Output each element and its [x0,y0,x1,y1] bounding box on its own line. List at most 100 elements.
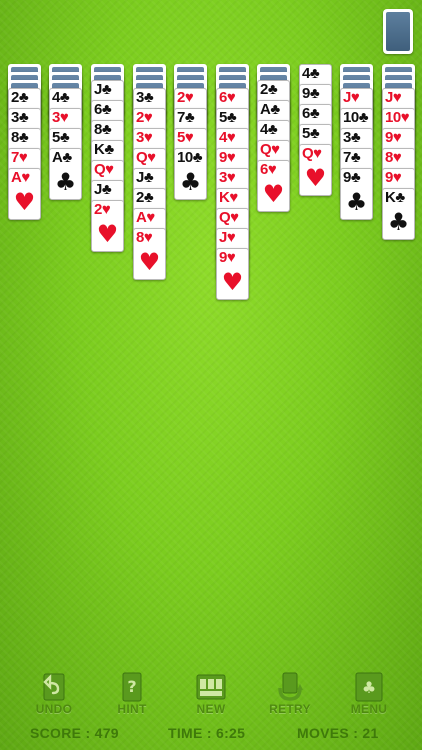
card-index: 3♥ [136,129,153,146]
card-rank: 3 [219,169,227,186]
card-suit-icon: ♣ [350,169,361,186]
card-rank: 2 [136,109,144,126]
stock-pile[interactable] [383,9,413,54]
undo-label: UNDO [35,702,73,716]
card-index: 5♣ [219,110,237,126]
card-center-suit-icon: ♥ [138,248,161,276]
card-rank: A [11,169,22,186]
card-suit-icon: ♣ [358,109,369,126]
card-center-suit-icon: ♣ [345,188,368,216]
card-index: 2♣ [136,189,154,206]
playing-card[interactable]: A♥ ♥ [8,168,41,220]
undo-button[interactable]: UNDO [24,672,84,716]
card-rank: A [260,101,271,118]
card-suit-icon: ♥ [143,109,153,126]
card-suit-icon: ♣ [59,89,70,106]
card-rank: 4 [302,65,310,82]
card-center-suit-icon: ♣ [387,208,410,236]
card-index: 4♣ [302,65,320,82]
hint-button[interactable]: ? HINT [102,672,162,716]
playing-card[interactable]: A♣ ♣ [49,148,82,200]
card-suit-icon: ♣ [192,149,203,166]
card-index: 7♥ [11,150,28,166]
card-suit-icon: ♣ [143,189,154,206]
svg-text:?: ? [127,677,136,696]
card-index: Q♥ [302,146,322,162]
retry-button[interactable]: RETRY [260,672,320,716]
card-rank: J [94,81,102,98]
card-center-suit-icon: ♥ [262,180,285,208]
card-index: 8♥ [385,150,402,166]
card-center-suit-icon: ♥ [304,164,327,192]
card-index: 3♥ [219,169,236,186]
card-suit-icon: ♥ [226,249,236,266]
card-rank: K [94,141,105,158]
playing-card[interactable]: 6♥ ♥ [257,160,290,212]
card-suit-icon: ♣ [309,65,320,82]
card-suit-icon: ♥ [350,89,360,106]
card-index: J♥ [385,90,402,106]
playing-card[interactable]: 10♣ ♣ [174,148,207,200]
moves-readout: MOVES : 21 [297,725,379,741]
card-suit-icon: ♥ [21,169,30,186]
card-suit-icon: ♥ [143,129,153,146]
card-suit-icon: ♥ [226,129,236,146]
card-index: 9♣ [302,86,320,102]
card-rank: K [385,189,396,206]
playing-card[interactable]: 2♥ ♥ [91,200,124,252]
card-rank: 7 [177,109,185,126]
card-rank: 5 [52,129,60,146]
card-suit-icon: ♥ [101,201,111,218]
card-rank: 10 [343,109,359,126]
card-suit-icon: ♣ [104,141,114,158]
card-suit-icon: ♥ [229,189,238,206]
playing-card[interactable]: 8♥ ♥ [133,228,166,280]
card-rank: 6 [219,89,227,106]
card-index: 6♥ [260,162,277,178]
card-rank: 2 [260,81,268,98]
card-suit-icon: ♥ [226,89,236,106]
card-rank: 10 [177,149,193,166]
card-index: 2♣ [11,90,29,106]
card-index: J♣ [94,182,112,198]
card-index: 3♥ [52,110,69,126]
card-suit-icon: ♣ [184,109,195,126]
card-suit-icon: ♣ [309,125,320,142]
card-suit-icon: ♥ [226,169,236,186]
card-index: 2♥ [136,109,153,126]
new-deal-cards-icon [196,674,226,700]
card-rank: 3 [343,129,351,146]
card-index: 7♣ [343,150,361,166]
card-rank: Q [219,209,231,226]
card-index: 6♣ [94,101,112,118]
playing-card[interactable]: Q♥ ♥ [299,144,332,196]
card-rank: Q [260,141,272,158]
card-center-suit-icon: ♥ [221,268,244,296]
card-index: 3♣ [343,129,361,146]
card-index: A♥ [136,210,155,226]
card-index: 2♥ [94,201,111,218]
retry-label: RETRY [269,702,311,716]
card-index: 8♣ [11,130,29,146]
menu-button[interactable]: ♣ MENU [339,672,399,716]
playing-card[interactable]: 9♥ ♥ [216,248,249,300]
card-suit-icon: ♣ [59,129,70,146]
playing-card[interactable]: K♣ ♣ [382,188,415,240]
card-suit-icon: ♥ [392,169,402,186]
new-label: NEW [196,702,226,716]
card-suit-icon: ♥ [226,149,236,166]
card-rank: 9 [385,129,393,146]
playing-card[interactable]: 9♣ ♣ [340,168,373,220]
card-suit-icon: ♥ [184,89,194,106]
card-suit-icon: ♣ [143,169,154,186]
card-index: 8♥ [136,230,153,246]
card-suit-icon: ♣ [309,105,320,122]
card-suit-icon: ♣ [18,109,29,126]
card-rank: 4 [52,89,60,106]
card-suit-icon: ♣ [270,101,280,118]
card-index: 4♣ [52,89,70,106]
card-suit-icon: ♣ [267,81,278,98]
card-index: 9♥ [219,149,236,166]
new-game-button[interactable]: NEW [181,672,241,716]
card-rank: 6 [94,101,102,118]
